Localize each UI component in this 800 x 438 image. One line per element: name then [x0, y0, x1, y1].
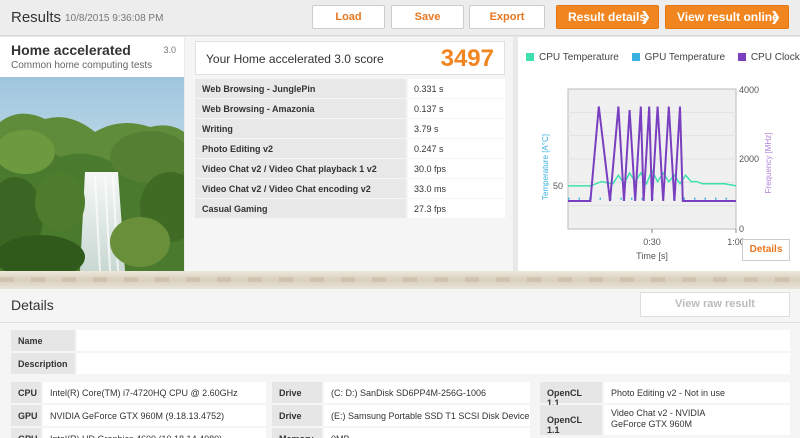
monitoring-chart: 50 4000 2000 0 0:30 1:00 Time [s] Temper…	[541, 85, 773, 261]
test-result-value: 27.3 fps	[408, 199, 505, 218]
score-label: Your Home accelerated 3.0 score	[206, 52, 384, 66]
system-info-key: OpenCL 1.1	[540, 405, 602, 435]
chevron-right-icon: ❯	[640, 9, 651, 24]
page-title: Results	[11, 9, 62, 26]
export-button[interactable]: Export	[469, 5, 545, 29]
save-button[interactable]: Save	[391, 5, 464, 29]
test-result-name: Writing	[195, 119, 406, 138]
system-info-row: OpenCL 1.1 Video Chat v2 - NVIDIA GeForc…	[540, 405, 790, 435]
description-label: Description	[11, 353, 75, 374]
load-button[interactable]: Load	[312, 5, 385, 29]
details-section: Details View raw result Name Description…	[0, 289, 800, 438]
section-divider	[0, 271, 800, 289]
left-axis-label: Temperature [A°C]	[541, 134, 550, 200]
system-info-value: Video Chat v2 - NVIDIA GeForce GTX 960M	[604, 405, 790, 435]
x-axis-label: Time [s]	[636, 251, 668, 261]
system-info-row: GPU NVIDIA GeForce GTX 960M (9.18.13.475…	[11, 405, 266, 426]
system-info-key: GPU	[11, 428, 41, 438]
system-info-key: Drive	[272, 382, 322, 403]
test-panel: Home accelerated 3.0 Common home computi…	[0, 37, 184, 271]
view-online-label: View result online	[677, 10, 779, 24]
table-row: Web Browsing - Amazonia 0.137 s	[195, 99, 505, 119]
test-result-name: Web Browsing - JunglePin	[195, 79, 406, 98]
system-info-row: Drive (C: D:) SanDisk SD6PP4M-256G-1006	[272, 382, 530, 403]
test-result-value: 0.247 s	[408, 139, 505, 158]
description-row: Description	[11, 353, 790, 374]
table-row: Video Chat v2 / Video Chat encoding v2 33…	[195, 179, 505, 199]
result-date: 10/8/2015 9:36:08 PM	[65, 13, 164, 24]
left-tick-label: 50	[553, 181, 563, 191]
test-result-value: 30.0 fps	[408, 159, 505, 178]
test-result-value: 3.79 s	[408, 119, 505, 138]
opencl-device-line1: Video Chat v2 - NVIDIA	[611, 408, 706, 418]
system-info-key: OpenCL 1.1	[540, 382, 602, 408]
result-details-button[interactable]: Result details ❯	[556, 5, 659, 29]
waterfall-landscape-image	[0, 77, 184, 271]
table-row: Writing 3.79 s	[195, 119, 505, 139]
score-box: Your Home accelerated 3.0 score 3497	[195, 41, 505, 75]
description-value	[77, 353, 790, 374]
results-header: Results 10/8/2015 9:36:08 PM Load Save E…	[0, 0, 800, 36]
system-info-row: CPU Intel(R) Core(TM) i7-4720HQ CPU @ 2.…	[11, 382, 266, 403]
system-info-value: (E:) Samsung Portable SSD T1 SCSI Disk D…	[324, 405, 530, 426]
system-info-key: CPU	[11, 382, 41, 403]
test-result-value: 0.137 s	[408, 99, 505, 118]
test-version: 3.0	[163, 45, 176, 55]
system-info-row: Drive (E:) Samsung Portable SSD T1 SCSI …	[272, 405, 530, 426]
system-info-value: NVIDIA GeForce GTX 960M (9.18.13.4752)	[43, 405, 266, 426]
system-info-row: Memory 0MB	[272, 428, 530, 438]
opencl-device-line2: GeForce GTX 960M	[611, 419, 693, 429]
system-info-value: Intel(R) Core(TM) i7-4720HQ CPU @ 2.60GH…	[43, 382, 266, 403]
right-tick-label: 4000	[739, 85, 759, 95]
right-axis-label: Frequency [MHz]	[764, 133, 773, 194]
system-info-key: Drive	[272, 405, 322, 426]
results-table: Web Browsing - JunglePin 0.331 s Web Brow…	[195, 79, 505, 219]
system-info-value: Intel(R) HD Graphics 4600 (10.18.14.4080…	[43, 428, 266, 438]
chart-details-button[interactable]: Details	[742, 239, 790, 261]
system-info-value: 0MB	[324, 428, 530, 438]
right-tick-label: 2000	[739, 154, 759, 164]
score-panel: Your Home accelerated 3.0 score 3497 Web…	[185, 37, 513, 271]
right-tick-label: 0	[739, 224, 744, 234]
result-details-label: Result details	[568, 10, 647, 24]
test-result-name: Photo Editing v2	[195, 139, 406, 158]
test-result-name: Video Chat v2 / Video Chat encoding v2	[195, 179, 406, 198]
table-row: Photo Editing v2 0.247 s	[195, 139, 505, 159]
name-value	[77, 330, 790, 351]
test-name: Home accelerated	[11, 42, 131, 58]
chevron-right-icon: ❯	[770, 9, 781, 24]
test-result-name: Casual Gaming	[195, 199, 406, 218]
system-info-row: OpenCL 1.1 Photo Editing v2 - Not in use	[540, 382, 790, 408]
system-info-key: Memory	[272, 428, 322, 438]
test-result-name: Video Chat v2 / Video Chat playback 1 v2	[195, 159, 406, 178]
details-separator	[0, 322, 800, 323]
test-result-name: Web Browsing - Amazonia	[195, 99, 406, 118]
test-subtitle: Common home computing tests	[11, 60, 153, 71]
table-row: Web Browsing - JunglePin 0.331 s	[195, 79, 505, 99]
score-value: 3497	[440, 45, 494, 72]
test-result-value: 0.331 s	[408, 79, 505, 98]
name-row: Name	[11, 330, 790, 351]
test-image	[0, 77, 184, 271]
details-title: Details	[11, 297, 54, 313]
table-row: Video Chat v2 / Video Chat playback 1 v2…	[195, 159, 505, 179]
monitoring-chart-panel: CPU Temperature GPU Temperature CPU Cloc…	[518, 37, 800, 271]
name-label: Name	[11, 330, 75, 351]
x-tick-label: 0:30	[643, 237, 661, 247]
system-info-row: GPU Intel(R) HD Graphics 4600 (10.18.14.…	[11, 428, 266, 438]
view-raw-result-button[interactable]: View raw result	[640, 292, 790, 317]
table-row: Casual Gaming 27.3 fps	[195, 199, 505, 219]
system-info-value: Photo Editing v2 - Not in use	[604, 382, 790, 403]
system-info-value: (C: D:) SanDisk SD6PP4M-256G-1006	[324, 382, 530, 403]
test-result-value: 33.0 ms	[408, 179, 505, 198]
system-info-key: GPU	[11, 405, 41, 426]
view-result-online-button[interactable]: View result online ❯	[665, 5, 789, 29]
